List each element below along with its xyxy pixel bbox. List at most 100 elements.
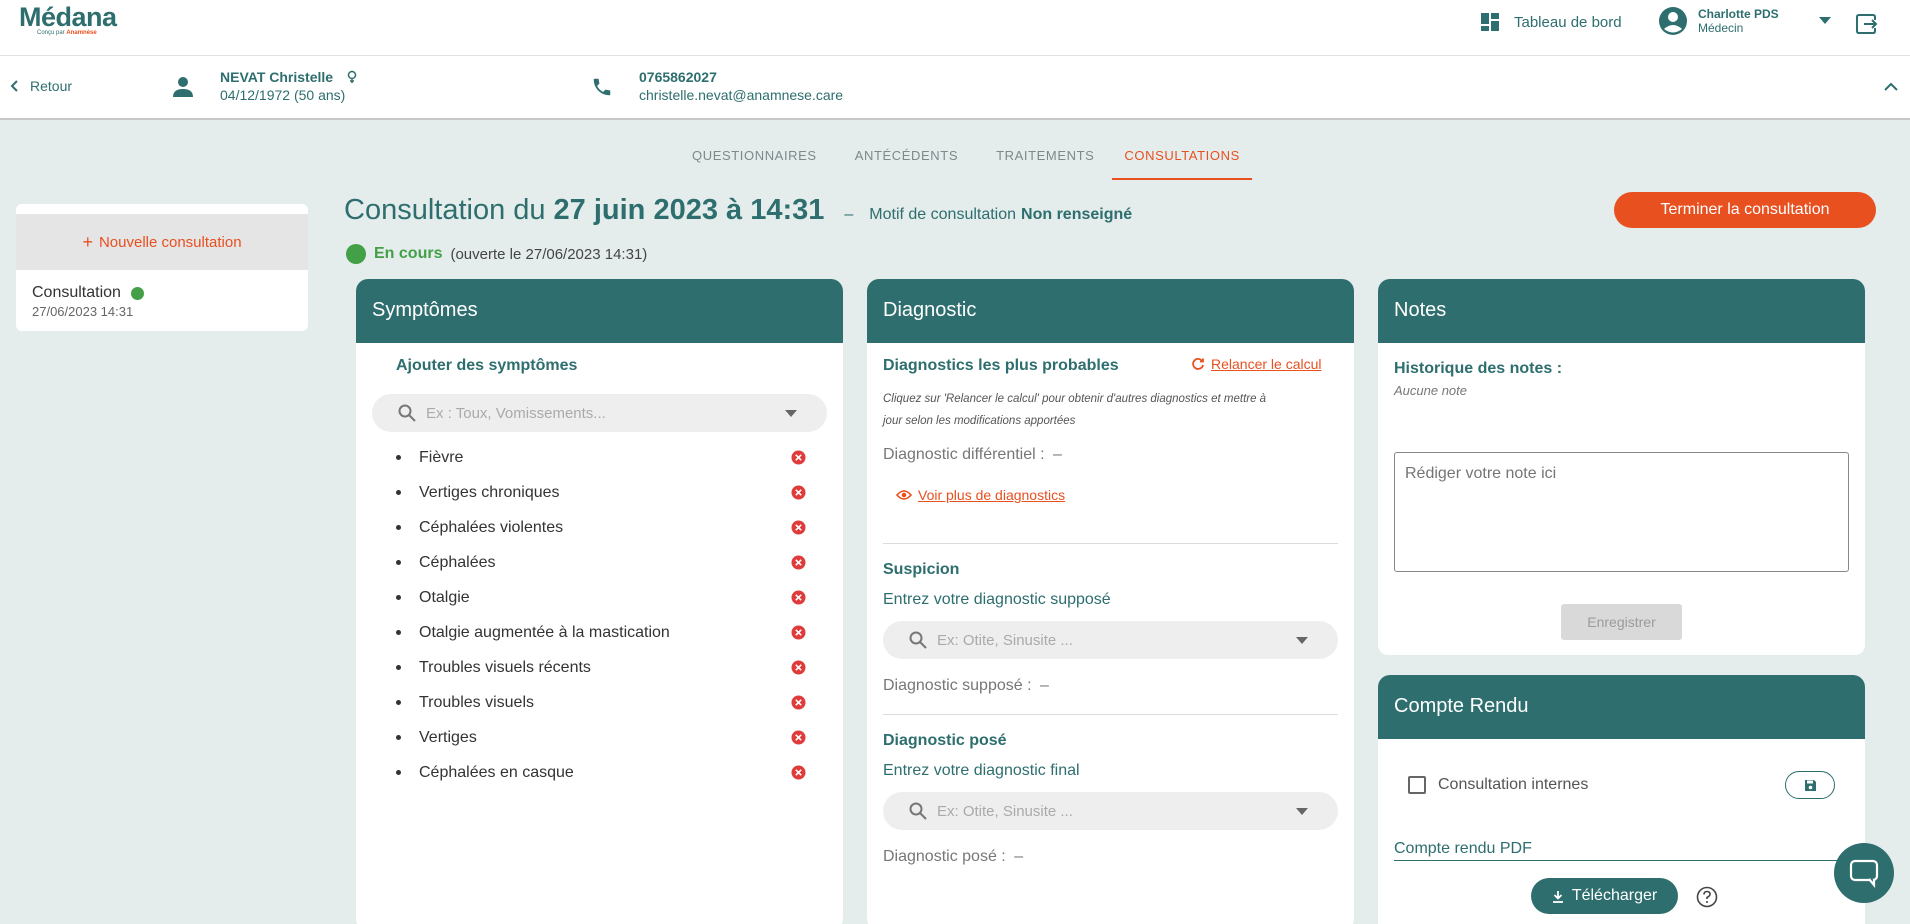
see-more-diagnostics-label: Voir plus de diagnostics: [918, 487, 1066, 503]
notes-header: Notes: [1378, 279, 1865, 343]
tab-traitements[interactable]: TRAITEMENTS: [984, 140, 1106, 180]
note-textarea[interactable]: [1394, 452, 1849, 572]
bullet-icon: [396, 665, 401, 670]
top-bar: Médana Conçu par Anamnèse Tableau de bor…: [0, 0, 1910, 56]
status-opened-date: (ouverte le 27/06/2023 14:31): [450, 245, 648, 263]
plus-icon: +: [82, 231, 93, 252]
bullet-icon: [396, 595, 401, 600]
chat-button[interactable]: [1834, 843, 1894, 903]
save-note-button[interactable]: Enregistrer: [1561, 604, 1682, 640]
page-title: Consultation du 27 juin 2023 à 14:31 – M…: [344, 194, 1132, 227]
final-diagnosis-value: –: [1014, 848, 1024, 865]
symptom-label: Céphalées violentes: [419, 518, 564, 536]
save-icon: [1804, 779, 1816, 791]
remove-circle-icon[interactable]: [791, 660, 806, 675]
finish-consultation-button[interactable]: Terminer la consultation: [1614, 192, 1876, 228]
differential-row: Diagnostic différentiel : –: [883, 446, 1062, 464]
suspected-diagnosis-placeholder: Ex: Otite, Sinusite ...: [937, 631, 1073, 649]
remove-circle-icon[interactable]: [791, 520, 806, 535]
remove-circle-icon[interactable]: [791, 485, 806, 500]
bullet-icon: [396, 490, 401, 495]
eye-icon: [896, 490, 912, 500]
final-diagnosis-input[interactable]: Ex: Otite, Sinusite ...: [883, 792, 1338, 830]
symptom-label: Vertiges chroniques: [419, 483, 560, 501]
patient-phone[interactable]: 0765862027: [639, 69, 717, 85]
final-diagnosis-row: Diagnostic posé : –: [883, 848, 1023, 866]
collapse-button[interactable]: [1884, 78, 1898, 96]
search-icon: [398, 404, 416, 422]
caret-down-icon[interactable]: [1296, 807, 1308, 815]
back-button[interactable]: Retour: [10, 78, 72, 94]
list-item: Troubles visuels récents: [396, 650, 806, 685]
see-more-diagnostics-button[interactable]: Voir plus de diagnostics: [896, 487, 1065, 503]
remove-circle-icon[interactable]: [791, 625, 806, 640]
report-pdf-field[interactable]: Compte rendu PDF: [1394, 840, 1849, 861]
remove-circle-icon[interactable]: [791, 555, 806, 570]
dashboard-label: Tableau de bord: [1514, 13, 1622, 31]
symptom-label: Fièvre: [419, 448, 464, 466]
logo-subtitle-prefix: Conçu par: [37, 30, 67, 36]
bullet-icon: [396, 525, 401, 530]
internal-consultation-checkbox[interactable]: Consultation internes: [1408, 776, 1588, 794]
list-item: Vertiges chroniques: [396, 475, 806, 510]
probable-diagnostics-title: Diagnostics les plus probables: [883, 357, 1119, 374]
user-menu[interactable]: Charlotte PDS Médecin: [1658, 6, 1831, 36]
symptom-label: Otalgie: [419, 588, 470, 606]
help-line-1: Cliquez sur 'Relancer le calcul' pour ob…: [883, 393, 1267, 405]
app-logo[interactable]: Médana Conçu par Anamnèse: [19, 2, 117, 36]
consultation-list-item[interactable]: Consultation 27/06/2023 14:31: [16, 270, 308, 331]
consultation-item-title: Consultation: [32, 284, 121, 301]
caret-down-icon[interactable]: [1296, 636, 1308, 644]
patient-name-text: NEVAT Christelle: [220, 69, 334, 85]
status-dot-icon: [346, 244, 366, 264]
diagnostic-card: Diagnostic Diagnostics les plus probable…: [867, 279, 1354, 924]
tab-questionnaires[interactable]: QUESTIONNAIRES: [680, 140, 829, 180]
relaunch-calc-button[interactable]: Relancer le calcul: [1191, 356, 1322, 372]
title-separator: –: [844, 206, 854, 223]
list-item: Troubles visuels: [396, 685, 806, 720]
remove-circle-icon[interactable]: [791, 730, 806, 745]
logout-button[interactable]: [1855, 12, 1879, 41]
status-dot-icon: [130, 286, 144, 300]
remove-circle-icon[interactable]: [791, 695, 806, 710]
list-item: Fièvre: [396, 440, 806, 475]
list-item: Otalgie: [396, 580, 806, 615]
divider: [883, 714, 1338, 715]
symptom-label: Céphalées: [419, 553, 496, 571]
list-item: Céphalées en casque: [396, 755, 806, 790]
help-button[interactable]: [1696, 886, 1718, 913]
patient-email[interactable]: christelle.nevat@anamnese.care: [639, 87, 843, 103]
new-consultation-button[interactable]: + Nouvelle consultation: [16, 214, 308, 270]
save-report-button[interactable]: [1785, 771, 1835, 799]
report-card: Compte Rendu Consultation internes Compt…: [1378, 675, 1865, 924]
new-consultation-label: Nouvelle consultation: [98, 233, 242, 251]
bullet-icon: [396, 735, 401, 740]
caret-down-icon[interactable]: [785, 409, 797, 417]
dashboard-link[interactable]: Tableau de bord: [1480, 12, 1622, 32]
diagnostic-header: Diagnostic: [867, 279, 1354, 343]
caret-down-icon[interactable]: [1818, 17, 1831, 25]
chevron-left-icon: [10, 80, 18, 92]
supposed-diagnosis-row: Diagnostic supposé : –: [883, 677, 1049, 695]
download-report-label: Télécharger: [1571, 887, 1658, 904]
user-role: Médecin: [1698, 21, 1744, 35]
symptom-label: Otalgie augmentée à la mastication: [419, 623, 670, 641]
relaunch-calc-label: Relancer le calcul: [1211, 356, 1322, 372]
search-icon: [909, 631, 927, 649]
consultation-status: En cours (ouverte le 27/06/2023 14:31): [346, 244, 647, 264]
symptom-search-input[interactable]: Ex : Toux, Vomissements...: [372, 394, 827, 432]
search-icon: [909, 802, 927, 820]
final-diagnosis-title: Diagnostic posé: [883, 732, 1007, 749]
motif-value: Non renseigné: [1021, 206, 1133, 223]
remove-circle-icon[interactable]: [791, 590, 806, 605]
download-report-button[interactable]: Télécharger: [1531, 878, 1678, 914]
internal-consultation-label: Consultation internes: [1438, 776, 1589, 793]
tab-antecedents[interactable]: ANTÉCÉDENTS: [843, 140, 970, 180]
remove-circle-icon[interactable]: [791, 765, 806, 780]
account-circle-icon: [1659, 7, 1687, 35]
tab-consultations[interactable]: CONSULTATIONS: [1112, 140, 1252, 180]
report-header: Compte Rendu: [1378, 675, 1865, 739]
suspected-diagnosis-input[interactable]: Ex: Otite, Sinusite ...: [883, 621, 1338, 659]
remove-circle-icon[interactable]: [791, 450, 806, 465]
suspicion-prompt: Entrez votre diagnostic supposé: [883, 591, 1111, 608]
